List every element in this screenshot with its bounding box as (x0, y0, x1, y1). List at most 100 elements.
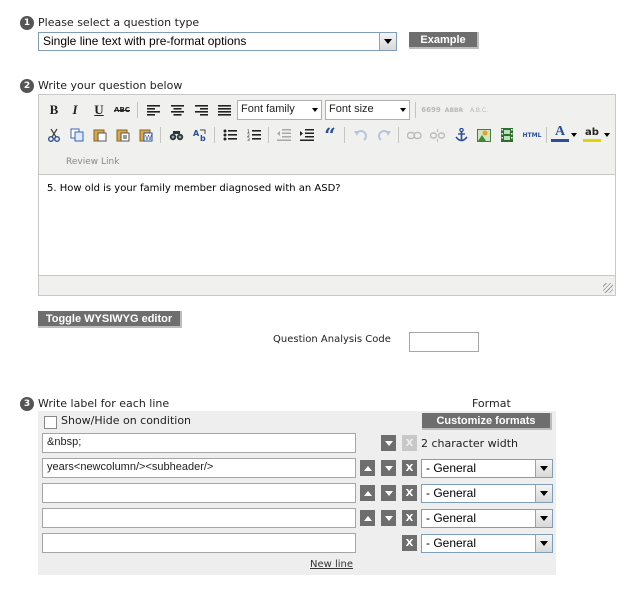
undo-icon[interactable] (351, 126, 369, 144)
delete-line-button[interactable]: X (402, 435, 417, 451)
move-up-button[interactable] (360, 510, 375, 526)
toolbar-separator (268, 127, 269, 143)
blockquote-icon[interactable]: “ (321, 124, 339, 146)
align-right-icon[interactable] (192, 101, 210, 119)
acronym-icon[interactable]: A.B.C. (468, 101, 490, 119)
line-format-select[interactable]: - General (421, 534, 553, 553)
highlight-dropdown-icon[interactable] (604, 133, 610, 137)
text-color-dropdown-icon[interactable] (571, 133, 577, 137)
line-label-input[interactable] (42, 508, 356, 528)
align-center-icon[interactable] (168, 101, 186, 119)
step-1-number: 1 (20, 16, 34, 30)
align-left-icon[interactable] (144, 101, 162, 119)
resize-grip-icon[interactable] (603, 283, 613, 293)
indent-icon[interactable] (298, 126, 316, 144)
rich-text-editor: B I U ABC Font family Font size 6699 ABB… (38, 94, 616, 296)
line-format-value: - General (426, 486, 477, 500)
move-down-button[interactable] (381, 510, 396, 526)
strikethrough-icon[interactable]: ABC (113, 101, 131, 119)
review-link[interactable]: Review Link (66, 157, 119, 167)
arrow-down-icon (384, 515, 393, 521)
cut-icon[interactable] (45, 126, 63, 144)
svg-text:A: A (193, 129, 200, 138)
redo-icon[interactable] (375, 126, 393, 144)
delete-line-button[interactable]: X (402, 485, 417, 501)
line-label-input[interactable]: &nbsp; (42, 433, 356, 453)
question-type-value: Single line text with pre-format options (43, 34, 247, 48)
paste-word-icon[interactable]: W (137, 126, 155, 144)
step-3-label: Write label for each line (38, 397, 170, 410)
step-3-number: 3 (20, 397, 34, 411)
numbered-list-icon[interactable]: 123 (245, 126, 263, 144)
toolbar-separator (398, 127, 399, 143)
move-up-button[interactable] (360, 460, 375, 476)
unlink-icon[interactable] (428, 126, 446, 144)
analysis-code-input[interactable] (409, 332, 479, 352)
chevron-down-icon[interactable] (535, 510, 552, 527)
step-2-label: Write your question below (38, 79, 183, 92)
line-format-value: - General (426, 461, 477, 475)
image-icon[interactable] (475, 126, 493, 144)
anchor-icon[interactable] (452, 126, 470, 144)
line-format-select[interactable]: - General (421, 484, 553, 503)
toolbar-separator (214, 127, 215, 143)
bullet-list-icon[interactable] (221, 126, 239, 144)
media-icon[interactable] (498, 126, 516, 144)
replace-icon[interactable]: Ab (191, 126, 209, 144)
font-family-select[interactable]: Font family (237, 100, 322, 120)
arrow-up-icon (363, 490, 372, 496)
svg-text:b: b (200, 134, 206, 142)
toolbar-separator (415, 102, 416, 118)
toolbar-separator (344, 127, 345, 143)
editor-toolbar: B I U ABC Font family Font size 6699 ABB… (39, 95, 615, 175)
chevron-down-icon[interactable] (535, 460, 552, 477)
quote-marks-icon[interactable]: 6699 (421, 101, 440, 119)
arrow-up-icon (363, 515, 372, 521)
example-button[interactable]: Example (409, 32, 479, 49)
move-up-button[interactable] (360, 485, 375, 501)
line-format-value: - General (426, 511, 477, 525)
align-justify-icon[interactable] (215, 101, 233, 119)
paste-icon[interactable] (91, 126, 109, 144)
question-text[interactable]: 5. How old is your family member diagnos… (47, 183, 341, 194)
line-label-input[interactable] (42, 483, 356, 503)
bold-icon[interactable]: B (45, 101, 63, 119)
abbr-icon[interactable]: ABBR (445, 101, 463, 119)
italic-icon[interactable]: I (66, 101, 84, 119)
question-type-select[interactable]: Single line text with pre-format options (38, 32, 397, 51)
find-icon[interactable] (167, 126, 185, 144)
chevron-down-icon[interactable] (379, 33, 396, 50)
chevron-down-icon[interactable] (535, 485, 552, 502)
font-size-select[interactable]: Font size (325, 100, 410, 120)
move-down-button[interactable] (381, 460, 396, 476)
show-hide-label: Show/Hide on condition (61, 414, 192, 427)
move-down-button[interactable] (381, 435, 396, 451)
link-icon[interactable] (405, 126, 423, 144)
toolbar-separator (546, 127, 547, 143)
line-format-text: 2 character width (421, 437, 518, 450)
delete-line-button[interactable]: X (402, 535, 417, 551)
new-line-link[interactable]: New line (310, 559, 353, 570)
underline-icon[interactable]: U (90, 101, 108, 119)
delete-line-button[interactable]: X (402, 510, 417, 526)
chevron-down-icon[interactable] (535, 535, 552, 552)
move-down-button[interactable] (381, 485, 396, 501)
text-color-icon[interactable]: A (551, 124, 569, 142)
step-1-label: Please select a question type (38, 16, 200, 29)
delete-line-button[interactable]: X (402, 460, 417, 476)
line-format-select[interactable]: - General (421, 509, 553, 528)
lines-panel: Show/Hide on condition Customize formats… (38, 411, 556, 575)
outdent-icon[interactable] (275, 126, 293, 144)
line-format-select[interactable]: - General (421, 459, 553, 478)
show-hide-checkbox[interactable] (44, 416, 57, 429)
svg-text:W: W (145, 134, 152, 142)
line-label-input[interactable]: years<newcolumn/><subheader/> (42, 458, 356, 478)
paste-text-icon[interactable] (114, 126, 132, 144)
highlight-icon[interactable]: ab (583, 125, 601, 142)
line-label-input[interactable] (42, 533, 356, 553)
toggle-wysiwyg-button[interactable]: Toggle WYSIWYG editor (38, 311, 182, 328)
html-icon[interactable]: HTML (521, 126, 543, 144)
copy-icon[interactable] (68, 126, 86, 144)
arrow-down-icon (384, 490, 393, 496)
customize-formats-button[interactable]: Customize formats (422, 413, 552, 430)
